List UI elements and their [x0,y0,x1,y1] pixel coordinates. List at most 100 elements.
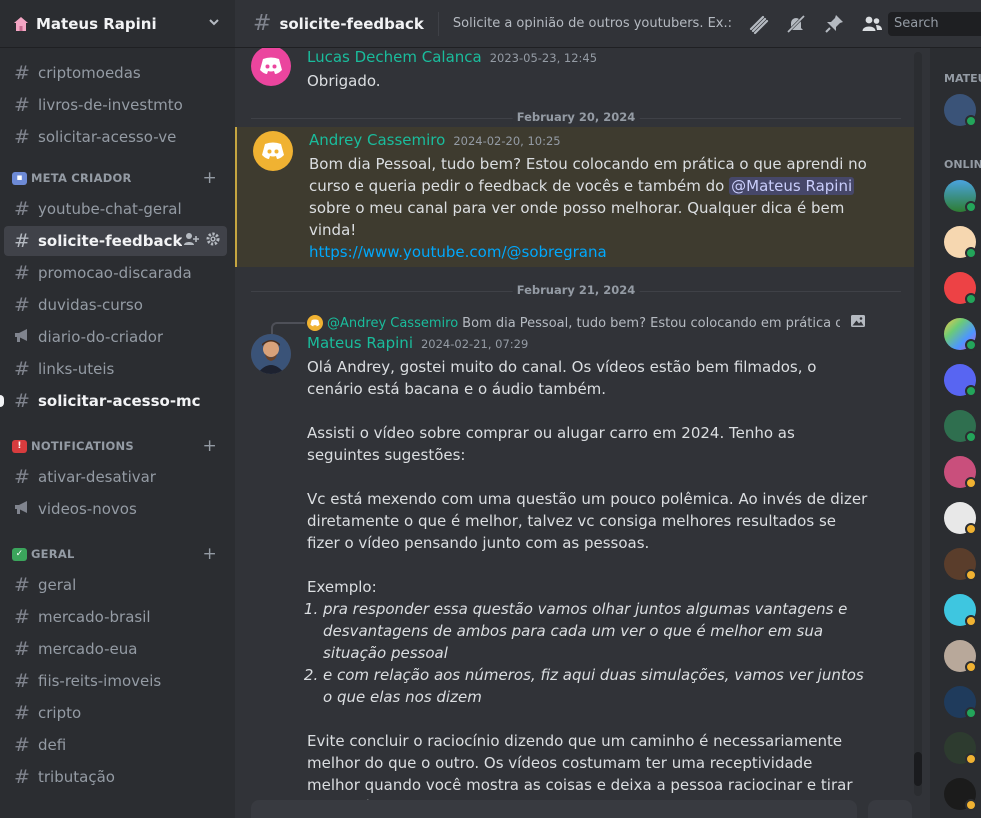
chevron-down-icon[interactable] [207,15,221,33]
reply-spine [271,322,305,334]
reply-text[interactable]: Bom dia Pessoal, tudo bem? Estou colocan… [462,316,840,331]
pin-icon[interactable] [823,13,845,35]
category-geral[interactable]: ✓ GERAL + [0,540,235,568]
channel-cripto[interactable]: # cripto [4,698,227,728]
user-photo-avatar[interactable] [251,334,291,374]
idle-status-icon [965,753,977,765]
bell-muted-icon[interactable] [785,13,807,35]
message-author[interactable]: Lucas Dechem Calanca [307,48,482,66]
message-andrey[interactable]: Andrey Cassemiro 2024-02-20, 10:25 Bom d… [235,127,917,267]
threads-icon[interactable] [747,13,769,35]
server-name: Mateus Rapini [36,14,157,33]
message-timestamp: 2024-02-20, 10:25 [453,134,561,148]
hash-icon: # [253,11,272,36]
channel-ativar-desativar[interactable]: # ativar-desativar [4,462,227,492]
channel-solicite-feedback[interactable]: # solicite-feedback [4,226,227,256]
add-channel-icon[interactable]: + [203,544,217,564]
channel-topic[interactable]: Solicite a opinião de outros youtubers. … [453,16,733,31]
channel-solicitar-acesso-mc[interactable]: # solicitar-acesso-mc [0,386,227,416]
hash-icon: # [14,229,30,252]
search-input[interactable]: Search [888,12,981,36]
channel-sidebar: Mateus Rapini # criptomoedas # livros-de… [0,0,235,818]
discord-logo-avatar[interactable] [253,131,293,171]
channel-duvidas-curso[interactable]: # duvidas-curso [4,290,227,320]
category-name: GERAL [31,547,75,561]
message-composer[interactable] [251,800,857,818]
hash-icon: # [14,357,30,380]
idle-status-icon [965,523,977,535]
channel-name: videos-novos [38,500,137,518]
add-channel-icon[interactable]: + [203,168,217,188]
channel-youtube-chat-geral[interactable]: # youtube-chat-geral [4,194,227,224]
category-notifications[interactable]: ! NOTIFICATIONS + [0,432,235,460]
online-status-icon [965,201,977,213]
hash-icon: # [14,701,30,724]
reply-author[interactable]: @Andrey Cassemiro [327,316,458,331]
date-divider: February 21, 2024 [251,283,901,297]
message-link[interactable]: https://www.youtube.com/@sobregrana [309,243,607,261]
idle-status-icon [965,569,977,581]
online-status-icon [965,431,977,443]
megaphone-icon [12,327,32,347]
channel-name: solicitar-acesso-mc [38,392,201,410]
channel-mercado-brasil[interactable]: # mercado-brasil [4,602,227,632]
message-author[interactable]: Mateus Rapini [307,334,413,352]
server-house-icon [12,15,30,33]
channel-links-uteis[interactable]: # links-uteis [4,354,227,384]
idle-status-icon [965,661,977,673]
hash-icon: # [14,61,30,84]
channel-geral[interactable]: # geral [4,570,227,600]
list-item: pra responder essa questão vamos olhar j… [323,598,869,664]
channel-name: livros-de-investmto [38,96,183,114]
channel-promocao-discarada[interactable]: # promocao-discarada [4,258,227,288]
channel-videos-novos[interactable]: videos-novos [4,494,227,524]
message-text: Obrigado. [307,72,381,90]
member-list-icon[interactable] [861,13,883,35]
user-mention[interactable]: @Mateus Rapini [729,177,855,195]
add-channel-icon[interactable]: + [203,436,217,456]
hash-icon: # [14,765,30,788]
hash-icon: # [14,573,30,596]
hash-icon: # [14,261,30,284]
channel-name: youtube-chat-geral [38,200,182,218]
channel-name: defi [38,736,67,754]
category-name: NOTIFICATIONS [31,439,134,453]
message-author[interactable]: Andrey Cassemiro [309,131,445,149]
hash-icon: # [14,389,30,412]
channel-name: ativar-desativar [38,468,156,486]
server-header[interactable]: Mateus Rapini [0,0,235,48]
list-item: e com relação aos números, fiz aqui duas… [323,664,869,708]
reply-avatar [307,315,323,331]
channel-name: geral [38,576,77,594]
member-category-owner: MATEU [944,72,981,85]
idle-status-icon [965,799,977,811]
invite-user-icon[interactable] [183,231,199,251]
online-status-icon [965,115,977,127]
channel-defi[interactable]: # defi [4,730,227,760]
message-mateus[interactable]: @Andrey Cassemiro Bom dia Pessoal, tudo … [235,300,917,800]
header-divider [437,11,439,36]
channel-fiis-reits-imoveis[interactable]: # fiis-reits-imoveis [4,666,227,696]
example-list: pra responder essa questão vamos olhar j… [323,598,869,708]
reply-preview[interactable]: @Andrey Cassemiro Bom dia Pessoal, tudo … [271,312,869,334]
message-timestamp: 2023-05-23, 12:45 [489,51,598,65]
channel-name: links-uteis [38,360,115,378]
online-status-icon [965,707,977,719]
message-lucas[interactable]: Lucas Dechem Calanca 2023-05-23, 12:45 O… [235,48,917,94]
channel-name: diario-do-criador [38,328,164,346]
channel-name: mercado-brasil [38,608,151,626]
scrollbar-thumb[interactable] [914,752,922,786]
channel-tributacao[interactable]: # tributação [4,762,227,792]
channel-criptomoedas[interactable]: # criptomoedas [4,58,227,88]
discord-logo-avatar[interactable] [251,48,291,86]
scrollbar-track[interactable] [914,52,922,796]
member-list: MATEU ONLIN [930,48,981,818]
channel-mercado-eua[interactable]: # mercado-eua [4,634,227,664]
category-meta-criador[interactable]: ▪ META CRIADOR + [0,164,235,192]
channel-livros-de-investmto[interactable]: # livros-de-investmto [4,90,227,120]
channel-diario-do-criador[interactable]: diario-do-criador [4,322,227,352]
paragraph: Exemplo: [307,578,377,596]
apps-button[interactable] [868,800,912,818]
channel-solicitar-acesso-ve[interactable]: # solicitar-acesso-ve [4,122,227,152]
gear-icon[interactable] [205,231,221,251]
